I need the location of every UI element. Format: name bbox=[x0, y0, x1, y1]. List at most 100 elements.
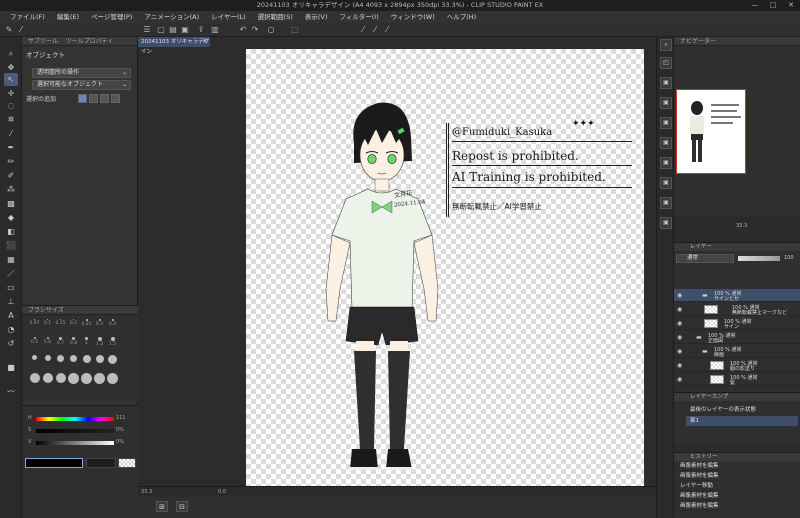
brush-size-option[interactable]: 0.15 bbox=[54, 318, 67, 336]
layer-tab[interactable]: レイヤー bbox=[674, 243, 800, 251]
eraser-icon[interactable]: ◆ bbox=[4, 211, 18, 224]
menu-edit[interactable]: 編集(E) bbox=[51, 11, 85, 23]
selection-mode-new[interactable] bbox=[78, 94, 87, 103]
airbrush-icon[interactable]: ⁂ bbox=[4, 183, 18, 196]
eye-icon[interactable]: ◉ bbox=[677, 306, 682, 313]
pen-tool-icon[interactable]: ✒ bbox=[4, 141, 18, 154]
selectable-object-dropdown[interactable]: 選択可能なオブジェクト ⌄ bbox=[32, 80, 131, 90]
sub-color-swatch[interactable] bbox=[86, 458, 116, 468]
comp-item[interactable]: 最後のレイヤーの表示状態 bbox=[686, 405, 798, 415]
print-icon[interactable]: ▥ bbox=[210, 25, 220, 35]
eye-icon[interactable]: ◉ bbox=[677, 320, 682, 327]
menu-file[interactable]: ファイル(F) bbox=[4, 11, 51, 23]
close-button[interactable]: ✕ bbox=[782, 0, 800, 11]
grid-icon[interactable]: ⊟ bbox=[176, 501, 188, 512]
brush-size-option[interactable]: 0.6 bbox=[41, 336, 54, 354]
brush-size-option[interactable]: 0.07 bbox=[28, 318, 41, 336]
brush-size-option[interactable] bbox=[41, 354, 54, 372]
history-item[interactable]: レイヤー移動 bbox=[674, 481, 800, 491]
layer-row[interactable]: ◉ 100 % 通常 無断転載禁止マークなど bbox=[674, 303, 800, 316]
text-tool-icon[interactable]: A bbox=[4, 309, 18, 322]
menu-filter[interactable]: フィルター(I) bbox=[333, 11, 384, 23]
brush-size-tab[interactable]: ブラシサイズ bbox=[22, 306, 138, 315]
transform-icon[interactable]: ⬚ bbox=[290, 25, 300, 35]
pen-stabilize-icon-2[interactable]: ⁄ bbox=[370, 25, 380, 35]
layer-row[interactable]: ◉ 100 % 通常 服の影塗り bbox=[674, 359, 800, 372]
canvas-paper[interactable]: ✦✦✦ @Fumiduki_Kasuka Repost is prohibite… bbox=[246, 49, 644, 489]
history-item[interactable]: 画像素材を編集 bbox=[674, 461, 800, 471]
pencil-tool-icon[interactable]: ✏ bbox=[4, 155, 18, 168]
material-icon-2[interactable]: ▣ bbox=[660, 97, 672, 109]
brush-size-option[interactable]: 0.8 bbox=[67, 336, 80, 354]
selection-mode-intersect[interactable] bbox=[111, 94, 120, 103]
brush-size-option[interactable] bbox=[54, 372, 67, 390]
eye-icon[interactable]: ◉ bbox=[677, 292, 682, 299]
brush-size-option[interactable]: 0.2 bbox=[67, 318, 80, 336]
brush-size-option[interactable]: 0.25 bbox=[80, 318, 93, 336]
upload-icon[interactable]: ⇪ bbox=[196, 25, 206, 35]
material-icon-4[interactable]: ▣ bbox=[660, 137, 672, 149]
eye-icon[interactable]: ◉ bbox=[677, 362, 682, 369]
document-tab[interactable]: 20241103 オリキャラデザイン ✕ bbox=[138, 37, 210, 55]
brush-size-option[interactable]: 1.5 bbox=[106, 336, 119, 354]
brush-size-option[interactable] bbox=[67, 354, 80, 372]
zoom-tool-icon[interactable]: ⌕ bbox=[4, 47, 18, 60]
main-color-icon[interactable]: ■ bbox=[4, 361, 18, 374]
eyedropper-icon[interactable]: ⁄ bbox=[16, 25, 26, 35]
brush-size-option[interactable]: 0.5 bbox=[28, 336, 41, 354]
pen-stabilize-icon-3[interactable]: ⁄ bbox=[382, 25, 392, 35]
layer-row[interactable]: ◉ ▬ 100 % 通常 正面図 bbox=[674, 331, 800, 344]
redo-icon[interactable]: ↷ bbox=[250, 25, 260, 35]
hue-slider[interactable]: H 111 bbox=[28, 415, 136, 422]
brush-size-option[interactable] bbox=[41, 372, 54, 390]
transparent-op-dropdown[interactable]: 透明箇所の操作 ⌄ bbox=[32, 68, 131, 78]
brush-size-option[interactable] bbox=[93, 354, 106, 372]
magic-wand-icon[interactable]: ✲ bbox=[4, 113, 18, 126]
clear-icon[interactable]: ○ bbox=[266, 25, 276, 35]
layer-row[interactable]: ◉ ▬ 100 % 通常 サインとか bbox=[674, 289, 800, 302]
minimize-button[interactable]: — bbox=[746, 0, 764, 11]
brush-size-option[interactable]: 1 bbox=[80, 336, 93, 354]
brush-size-option[interactable]: 0.3 bbox=[93, 318, 106, 336]
layer-comp-tab[interactable]: レイヤーカンプ bbox=[674, 393, 800, 401]
selection-mode-add[interactable] bbox=[89, 94, 98, 103]
maximize-button[interactable]: □ bbox=[764, 0, 782, 11]
pen-stabilize-icon[interactable]: ⁄ bbox=[358, 25, 368, 35]
brush-size-option[interactable] bbox=[67, 372, 80, 390]
frame-icon[interactable]: ▭ bbox=[4, 281, 18, 294]
material-icon-8[interactable]: ▣ bbox=[660, 217, 672, 229]
menu-animation[interactable]: アニメーション(A) bbox=[138, 11, 205, 23]
layer-row[interactable]: ◉ ▬ 100 % 通常 線画 bbox=[674, 345, 800, 358]
new-file-icon[interactable]: ▢ bbox=[156, 25, 166, 35]
menu-layer[interactable]: レイヤー(L) bbox=[205, 11, 252, 23]
fill-icon[interactable]: ⬛ bbox=[4, 239, 18, 252]
search-icon[interactable]: ⌕ bbox=[660, 39, 672, 51]
blend-mode-dropdown[interactable]: 通常 bbox=[676, 254, 734, 263]
menu-view[interactable]: 表示(V) bbox=[299, 11, 334, 23]
selection-mode-sub[interactable] bbox=[100, 94, 109, 103]
transparent-color-icon[interactable]: 〰 bbox=[4, 385, 18, 398]
save-icon[interactable]: ▣ bbox=[180, 25, 190, 35]
brush-size-option[interactable]: 0.7 bbox=[54, 336, 67, 354]
material-icon[interactable]: ◰ bbox=[660, 57, 672, 69]
eye-icon[interactable]: ◉ bbox=[677, 376, 682, 383]
menu-help[interactable]: ヘルプ(H) bbox=[441, 11, 482, 23]
material-icon-5[interactable]: ▣ bbox=[660, 157, 672, 169]
undo-icon[interactable]: ↶ bbox=[238, 25, 248, 35]
tool-property-tab[interactable]: サブツール ツールプロパティ bbox=[22, 37, 137, 46]
lasso-icon[interactable]: ◌ bbox=[4, 99, 18, 112]
value-slider[interactable]: V 0% bbox=[28, 439, 136, 446]
operation-tool-icon[interactable]: ↖ bbox=[4, 73, 18, 86]
brush-size-option[interactable] bbox=[54, 354, 67, 372]
material-icon-7[interactable]: ▣ bbox=[660, 197, 672, 209]
navigator-thumbnail[interactable] bbox=[676, 89, 746, 174]
comp-item[interactable]: 案1 bbox=[686, 416, 798, 426]
angle-readout[interactable]: 0.0 bbox=[218, 489, 226, 495]
history-item[interactable]: 画像素材を編集 bbox=[674, 501, 800, 511]
layer-row[interactable]: ◉ 100 % 通常 サイン bbox=[674, 317, 800, 330]
gradient-icon[interactable]: ▦ bbox=[4, 253, 18, 266]
brush-size-option[interactable] bbox=[80, 354, 93, 372]
brush-size-option[interactable] bbox=[28, 372, 41, 390]
blend-icon[interactable]: ◧ bbox=[4, 225, 18, 238]
brush-icon[interactable]: ✎ bbox=[4, 25, 14, 35]
